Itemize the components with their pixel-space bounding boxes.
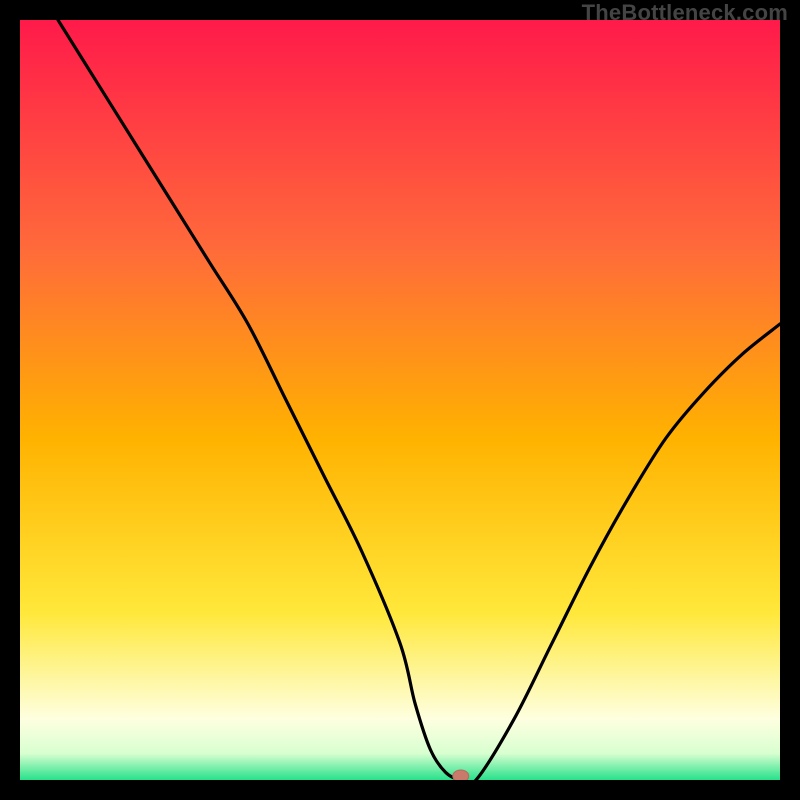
chart-frame: TheBottleneck.com [0,0,800,800]
optimal-point-marker [453,770,469,780]
watermark-text: TheBottleneck.com [582,0,788,26]
chart-svg [20,20,780,780]
plot-area [20,20,780,780]
gradient-background [20,20,780,780]
